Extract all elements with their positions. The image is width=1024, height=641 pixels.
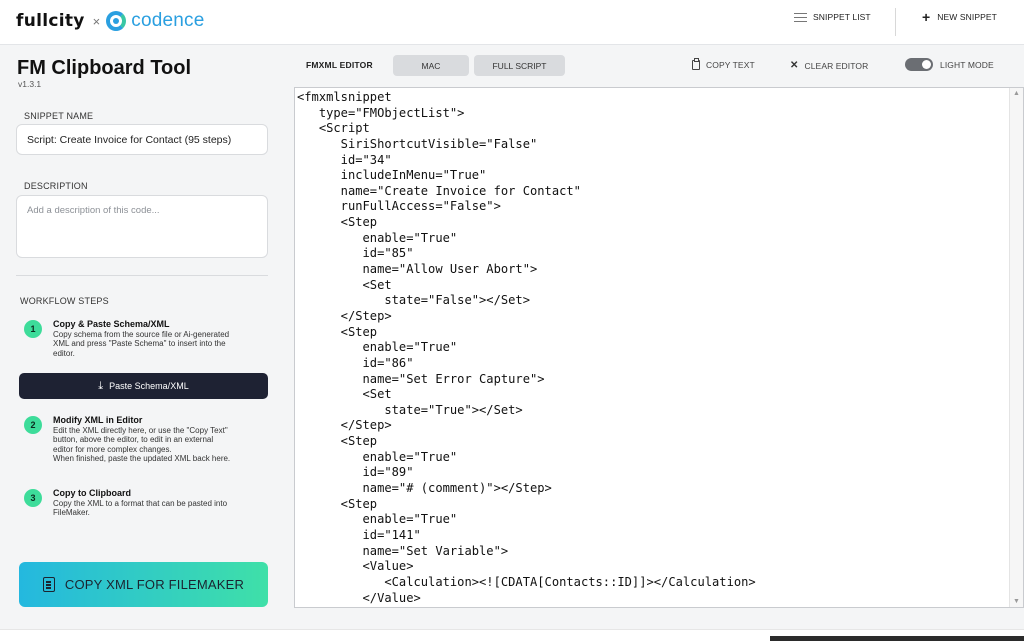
code-line[interactable]: state="False"></Set> [297,293,1009,309]
code-line[interactable]: enable="True" [297,512,1009,528]
code-line[interactable]: name="Allow User Abort"> [297,262,1009,278]
code-line[interactable]: id="89" [297,465,1009,481]
code-line[interactable]: </Value> [297,591,1009,607]
copy-text-button[interactable]: COPY TEXT [692,58,755,70]
xml-editor[interactable]: <fmxmlsnippet type="FMObjectList"> <Scri… [294,87,1024,608]
description-label: DESCRIPTION [24,181,88,191]
full-script-button[interactable]: FULL SCRIPT [474,55,565,76]
workflow-steps-label: WORKFLOW STEPS [20,296,109,306]
code-line[interactable]: <Script [297,121,1009,137]
snippet-list-button[interactable]: SNIPPET LIST [794,12,871,22]
description-textarea[interactable]: Add a description of this code... [16,195,268,258]
editor-scrollbar[interactable]: ▲ ▼ [1009,88,1023,607]
clear-editor-button[interactable]: ✕ CLEAR EDITOR [790,60,868,71]
light-mode-toggle[interactable]: LIGHT MODE [905,58,994,71]
copy-xml-label: COPY XML FOR FILEMAKER [64,577,245,592]
code-line[interactable]: <Calculation><![CDATA[Contacts::ID]]></C… [297,575,1009,591]
brand-logos: fullcity × codence [16,10,205,32]
code-line[interactable]: type="FMObjectList"> [297,106,1009,122]
code-line[interactable]: <Step [297,434,1009,450]
snippet-list-label: SNIPPET LIST [813,12,871,22]
copy-xml-for-filemaker-button[interactable]: COPY XML FOR FILEMAKER [19,562,268,607]
codence-logo: codence [131,10,204,32]
mac-button[interactable]: MAC [393,55,469,76]
snippet-name-input[interactable]: Script: Create Invoice for Contact (95 s… [16,124,268,155]
scroll-down-icon[interactable]: ▼ [1013,598,1020,605]
hamburger-icon [794,12,807,22]
code-line[interactable]: <Set [297,387,1009,403]
code-line[interactable]: includeInMenu="True" [297,168,1009,184]
code-line[interactable]: id="34" [297,153,1009,169]
header-divider [895,8,896,36]
scroll-up-icon[interactable]: ▲ [1013,90,1020,97]
code-line[interactable]: name="Set Error Capture"> [297,372,1009,388]
code-line[interactable]: <fmxmlsnippet [297,90,1009,106]
code-line[interactable]: id="85" [297,246,1009,262]
step-number-badge: 2 [24,416,42,434]
code-line[interactable]: id="86" [297,356,1009,372]
code-line[interactable]: name="Create Invoice for Contact" [297,184,1009,200]
fullcity-logo: fullcity [16,11,85,31]
xml-code-area[interactable]: <fmxmlsnippet type="FMObjectList"> <Scri… [297,90,1009,606]
code-line[interactable]: name="Set Variable"> [297,544,1009,560]
step-number-badge: 1 [24,320,42,338]
new-snippet-button[interactable]: + NEW SNIPPET [922,9,997,25]
step-title: Copy & Paste Schema/XML [53,319,170,329]
sidebar-divider [16,275,268,276]
code-line[interactable]: enable="True" [297,340,1009,356]
editor-label: FMXML EDITOR [306,60,373,70]
editor-footer [294,608,1024,629]
sidebar: FM Clipboard Tool v1.3.1 SNIPPET NAME Sc… [0,45,284,629]
code-line[interactable]: runFullAccess="False"> [297,199,1009,215]
step-title: Modify XML in Editor [53,415,143,425]
paste-schema-label: Paste Schema/XML [109,381,189,391]
code-line[interactable]: </Step> [297,418,1009,434]
code-line[interactable]: <Step [297,325,1009,341]
app-title: FM Clipboard Tool [17,57,192,79]
light-mode-label: LIGHT MODE [940,59,994,70]
snippet-name-label: SNIPPET NAME [24,111,94,121]
download-icon: ⤓ [98,380,104,392]
close-icon: ✕ [790,60,799,71]
copy-text-label: COPY TEXT [706,60,755,70]
clipboard-icon [692,58,700,70]
editor-toolbar: FMXML EDITOR MAC FULL SCRIPT COPY TEXT ✕… [294,45,1024,87]
code-line[interactable]: enable="True" [297,231,1009,247]
paste-schema-button[interactable]: ⤓ Paste Schema/XML [19,373,268,399]
code-line[interactable]: <Step [297,215,1009,231]
code-line[interactable]: id="141" [297,528,1009,544]
code-line[interactable]: <Step [297,497,1009,513]
code-line[interactable]: enable="True" [297,450,1009,466]
toggle-switch-icon[interactable] [905,58,933,71]
code-line[interactable]: state="True"></Set> [297,403,1009,419]
step-description: Edit the XML directly here, or use the "… [53,426,231,463]
codence-wordmark: codence [131,10,205,31]
plus-icon: + [922,9,931,25]
taskbar-fragment [770,636,1024,641]
clear-editor-label: CLEAR EDITOR [804,60,869,71]
panel-gutter [284,45,294,629]
code-line[interactable]: SiriShortcutVisible="False" [297,137,1009,153]
new-snippet-label: NEW SNIPPET [937,12,997,22]
code-line[interactable]: </Step> [297,309,1009,325]
code-line[interactable]: name="# (comment)"></Step> [297,481,1009,497]
code-line[interactable]: <Set [297,278,1009,294]
top-header: fullcity × codence SNIPPET LIST + NEW SN… [0,0,1024,45]
step-description: Copy the XML to a format that can be pas… [53,499,228,518]
codence-logo-icon [106,11,127,31]
app-version: v1.3.1 [18,79,42,89]
step-description: Copy schema from the source file or Ai-g… [53,330,230,358]
document-icon [42,577,55,592]
step-number-badge: 3 [24,489,42,507]
brand-separator: × [92,13,101,29]
code-line[interactable]: <Value> [297,559,1009,575]
step-title: Copy to Clipboard [53,488,131,498]
